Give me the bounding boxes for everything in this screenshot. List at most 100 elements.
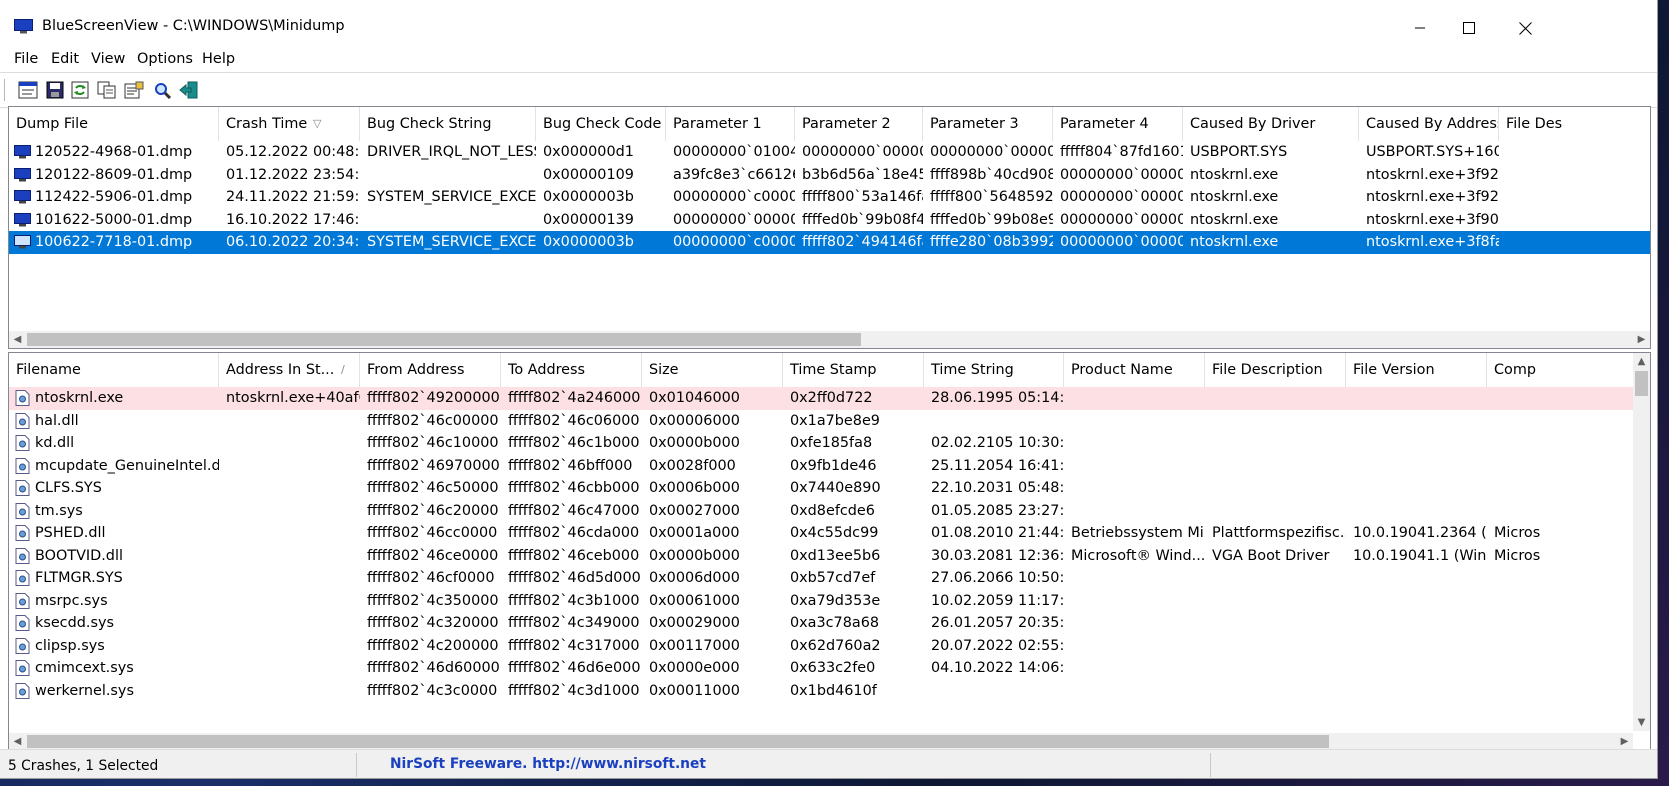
column-header-crash-time[interactable]: Crash Time ▽ <box>219 107 360 141</box>
crash-row[interactable]: 120522-4968-01.dmp 05.12.2022 00:48:58 DRI… <box>9 141 1650 164</box>
driver-cell: 0x2ff0d722 <box>790 390 873 406</box>
refresh-button[interactable] <box>68 78 92 102</box>
menu-file[interactable]: File <box>14 51 38 67</box>
column-header-to-address[interactable]: To Address <box>501 353 642 387</box>
driver-list-hscrollbar[interactable]: ◀ ▶ <box>9 733 1633 750</box>
toolbar-grip[interactable] <box>4 79 9 101</box>
driver-row[interactable]: ksecdd.sys fffff802`4c320000 fffff802`4c34… <box>9 612 1633 635</box>
driver-row[interactable]: mcupdate_GenuineIntel.dll fffff802`469700… <box>9 455 1633 478</box>
crash-cell: ffffed0b`99b08f40 <box>802 211 923 228</box>
crash-row[interactable]: 100622-7718-01.dmp 06.10.2022 20:34:31 SYS… <box>9 231 1650 254</box>
properties-button[interactable] <box>16 78 40 102</box>
driver-cell <box>219 477 360 500</box>
crash-row[interactable]: 112422-5906-01.dmp 24.11.2022 21:59:04 SYS… <box>9 186 1650 209</box>
driver-row[interactable]: kd.dll fffff802`46c10000 fffff802`46c1b000… <box>9 432 1633 455</box>
nirsoft-link[interactable]: NirSoft Freeware. http://www.nirsoft.net <box>390 756 706 772</box>
column-header-caused-by-driver[interactable]: Caused By Driver <box>1183 107 1359 141</box>
copy-button[interactable] <box>95 78 119 102</box>
scroll-down-icon[interactable]: ▼ <box>1633 714 1650 731</box>
sort-ascending-icon: ∕ <box>341 363 345 376</box>
column-header-parameter-4[interactable]: Parameter 4 <box>1053 107 1183 141</box>
crash-row[interactable]: 101622-5000-01.dmp 16.10.2022 17:46:02 0x0… <box>9 209 1650 232</box>
driver-cell <box>1346 635 1487 658</box>
column-header-address-in-stack[interactable]: Address In St... ∕ <box>219 353 360 387</box>
driver-row[interactable]: ntoskrnl.exe ntoskrnl.exe+40af69 fffff802`… <box>9 387 1633 410</box>
menu-options[interactable]: Options <box>137 51 193 67</box>
driver-cell: CLFS.SYS <box>35 480 102 496</box>
crash-cell: ntoskrnl.exe <box>1190 166 1279 183</box>
menu-help[interactable]: Help <box>202 51 235 67</box>
column-header-parameter-2[interactable]: Parameter 2 <box>795 107 923 141</box>
column-header-time-stamp[interactable]: Time Stamp <box>783 353 924 387</box>
maximize-button[interactable] <box>1446 8 1492 48</box>
column-header-caused-by-address[interactable]: Caused By Address <box>1359 107 1499 141</box>
driver-list-header: Filename Address In St... ∕ From Address … <box>9 353 1633 387</box>
save-button[interactable] <box>43 78 67 102</box>
driver-list-pane[interactable]: Filename Address In St... ∕ From Address … <box>8 352 1651 751</box>
menu-edit[interactable]: Edit <box>51 51 79 67</box>
scroll-right-icon[interactable]: ▶ <box>1633 331 1650 348</box>
driver-row[interactable]: CLFS.SYS fffff802`46c50000 fffff802`46cbb0… <box>9 477 1633 500</box>
crash-cell: 00000000`c00000... <box>673 189 795 205</box>
driver-row[interactable]: BOOTVID.dll fffff802`46ce0000 fffff802`46c… <box>9 545 1633 568</box>
driver-row[interactable]: clipsp.sys fffff802`4c200000 fffff802`4c31… <box>9 635 1633 658</box>
scroll-thumb[interactable] <box>27 333 861 346</box>
driver-cell: ksecdd.sys <box>35 615 114 631</box>
driver-cell <box>1346 612 1487 635</box>
column-header-from-address[interactable]: From Address <box>360 353 501 387</box>
driver-row[interactable]: PSHED.dll fffff802`46cc0000 fffff802`46cda… <box>9 522 1633 545</box>
driver-cell: 27.06.2066 10:50:39 <box>931 570 1064 586</box>
column-header-parameter-1[interactable]: Parameter 1 <box>666 107 795 141</box>
driver-row[interactable]: hal.dll fffff802`46c00000 fffff802`46c0600… <box>9 410 1633 433</box>
driver-cell: 0x7440e890 <box>790 480 881 496</box>
driver-row[interactable]: FLTMGR.SYS fffff802`46cf0000 fffff802`46d5… <box>9 567 1633 590</box>
report-icon <box>124 81 144 99</box>
column-header-file-description[interactable]: File Description <box>1205 353 1346 387</box>
driver-cell: 26.01.2057 20:35:04 <box>931 615 1064 631</box>
column-header-company[interactable]: Comp <box>1487 353 1633 387</box>
driver-list-vscrollbar[interactable]: ▲ ▼ <box>1633 353 1650 731</box>
column-header-file-description[interactable]: File Des <box>1499 107 1650 141</box>
exit-button[interactable] <box>177 78 201 102</box>
driver-cell: 0xb57cd7ef <box>790 570 876 586</box>
driver-cell: mcupdate_GenuineIntel.dll <box>35 457 219 474</box>
report-button[interactable] <box>122 78 146 102</box>
column-header-parameter-3[interactable]: Parameter 3 <box>923 107 1053 141</box>
crash-cell: 00000000`000000... <box>802 144 923 160</box>
scroll-left-icon[interactable]: ◀ <box>9 733 26 750</box>
find-button[interactable] <box>151 78 175 102</box>
status-divider <box>1210 753 1211 777</box>
driver-row[interactable]: tm.sys fffff802`46c20000 fffff802`46c47000… <box>9 500 1633 523</box>
crash-row[interactable]: 120122-8609-01.dmp 01.12.2022 23:54:56 0x0… <box>9 164 1650 187</box>
column-header-product-name[interactable]: Product Name <box>1064 353 1205 387</box>
driver-cell <box>1487 590 1633 613</box>
scroll-right-icon[interactable]: ▶ <box>1616 733 1633 750</box>
crash-list-hscrollbar[interactable]: ◀ ▶ <box>9 331 1650 348</box>
driver-row[interactable]: werkernel.sys fffff802`4c3c0000 fffff802`4… <box>9 680 1633 703</box>
close-button[interactable] <box>1502 8 1548 48</box>
driver-cell: fffff802`4c320000 <box>367 615 499 631</box>
driver-row[interactable]: msrpc.sys fffff802`4c350000 fffff802`4c3b1… <box>9 590 1633 613</box>
column-header-dump-file[interactable]: Dump File <box>9 107 219 141</box>
minimize-button[interactable] <box>1397 8 1443 48</box>
scroll-thumb[interactable] <box>1635 371 1648 396</box>
column-header-time-string[interactable]: Time String <box>924 353 1064 387</box>
driver-cell: FLTMGR.SYS <box>35 570 123 586</box>
column-header-filename[interactable]: Filename <box>9 353 219 387</box>
driver-cell <box>1487 477 1633 500</box>
crash-cell: fffff802`494146fa <box>802 234 923 250</box>
driver-cell: Plattformspezifisc... <box>1212 525 1346 541</box>
scroll-up-icon[interactable]: ▲ <box>1633 353 1650 370</box>
scroll-thumb[interactable] <box>27 735 1329 748</box>
column-header-file-version[interactable]: File Version <box>1346 353 1487 387</box>
crash-cell: USBPORT.SYS <box>1190 144 1288 160</box>
scroll-left-icon[interactable]: ◀ <box>9 331 26 348</box>
driver-cell <box>219 590 360 613</box>
menu-view[interactable]: View <box>91 51 125 67</box>
driver-row[interactable]: cmimcext.sys fffff802`46d60000 fffff802`46… <box>9 657 1633 680</box>
column-header-size[interactable]: Size <box>642 353 783 387</box>
column-header-bug-check-string[interactable]: Bug Check String <box>360 107 536 141</box>
column-header-bug-check-code[interactable]: Bug Check Code <box>536 107 666 141</box>
crash-list-pane[interactable]: Dump File Crash Time ▽ Bug Check String B… <box>8 106 1651 349</box>
driver-cell <box>219 432 360 455</box>
